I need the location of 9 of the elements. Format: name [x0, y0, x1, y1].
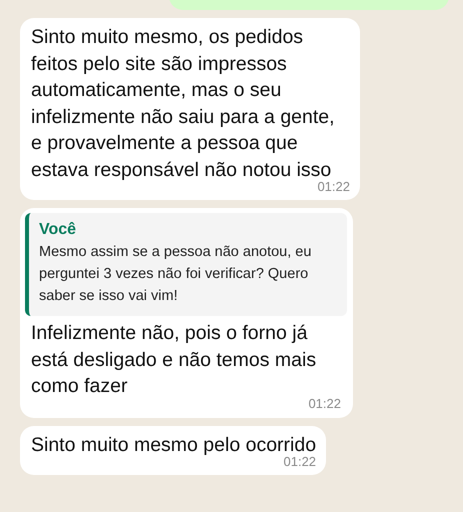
quoted-message[interactable]: Você Mesmo assim se a pessoa não anotou, eu perguntei 3 vezes não foi verificar? Quero saber se isso vai vim! [25, 213, 347, 316]
message-time: 01:22 [284, 454, 316, 470]
message-text: Infelizmente não, pois o forno já está desligado e não temos mais como fazer [31, 321, 318, 398]
message-time: 01:22 [317, 179, 350, 195]
message-time: 01:22 [308, 396, 341, 412]
message-text: Sinto muito mesmo, os pedidos feitos pelo site são impressos automaticamente, mas o seu infelizmente não saiu para a gente, e provavelmente a pessoa que estava responsável não notou isso [31, 25, 336, 182]
quote-text: Mesmo assim se a pessoa não anotou, eu perguntei 3 vezes não foi verificar? Quero saber se isso vai vim! [39, 243, 312, 306]
message-text: Sinto muito mesmo pelo ocorrido [31, 432, 316, 456]
quote-author: Você [39, 221, 78, 239]
